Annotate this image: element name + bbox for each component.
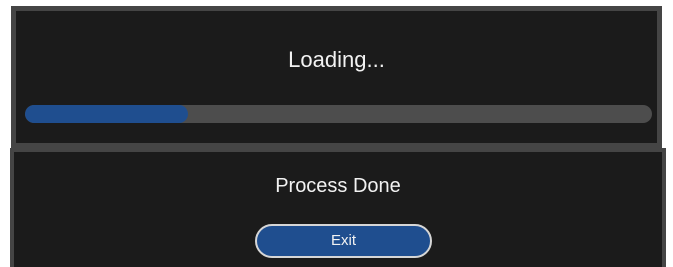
process-done-panel: Process Done Exit xyxy=(10,148,666,267)
progress-fill xyxy=(25,105,189,123)
process-done-title: Process Done xyxy=(275,175,401,197)
loading-panel: Loading... xyxy=(11,6,662,148)
loading-title: Loading... xyxy=(288,47,385,72)
page: Loading... Process Done Exit xyxy=(0,0,673,267)
progress-bar xyxy=(25,105,652,123)
exit-button[interactable]: Exit xyxy=(255,224,432,258)
